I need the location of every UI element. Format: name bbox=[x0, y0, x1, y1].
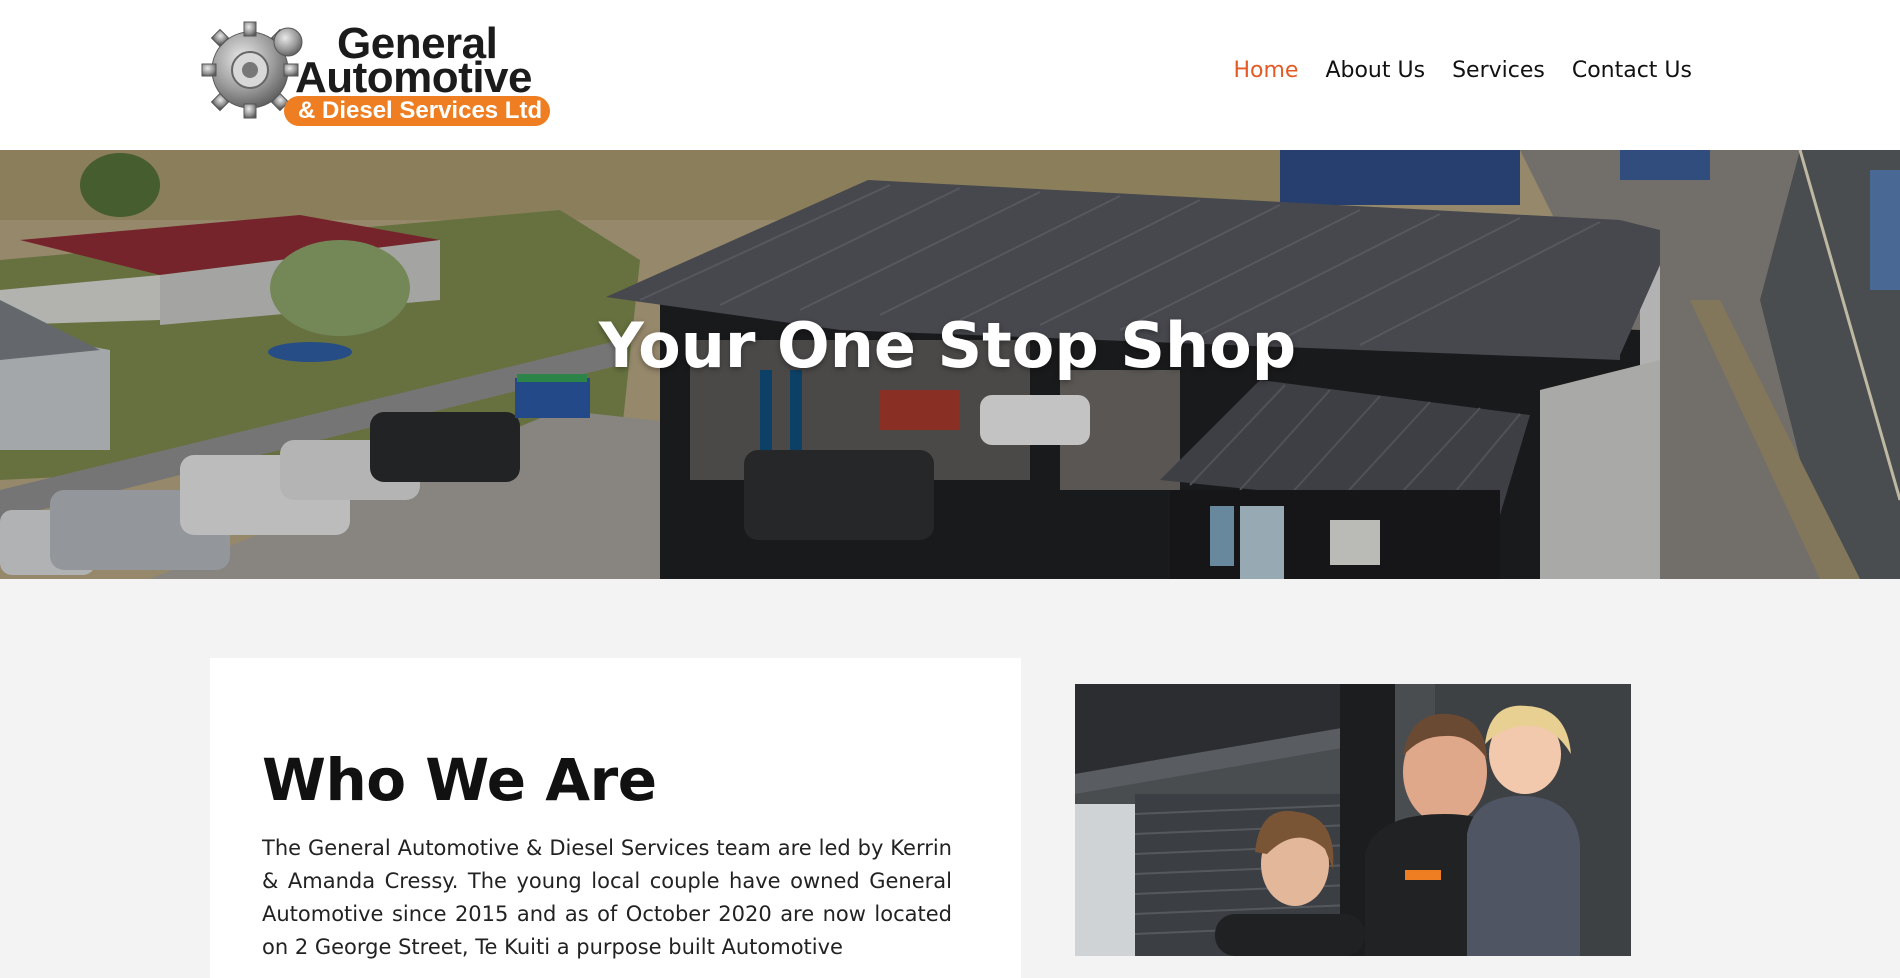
who-we-are-card: Who We Are The General Automotive & Dies… bbox=[210, 658, 1021, 978]
owners-family-photo bbox=[1075, 684, 1631, 956]
logo-text-automotive: Automotive bbox=[295, 53, 533, 102]
logo-text-tagline: & Diesel Services Ltd bbox=[298, 97, 543, 124]
who-we-are-body: The General Automotive & Diesel Services… bbox=[262, 836, 952, 959]
nav-item-about-us[interactable]: About Us bbox=[1325, 54, 1425, 88]
nav-item-services[interactable]: Services bbox=[1452, 54, 1545, 88]
hero-banner: Your One Stop Shop bbox=[0, 150, 1900, 579]
nav-item-home[interactable]: Home bbox=[1233, 54, 1298, 88]
site-logo[interactable]: General Automotive & Diesel Services Ltd bbox=[200, 14, 554, 128]
hero-title: Your One Stop Shop bbox=[598, 309, 1297, 382]
nav-item-contact-us[interactable]: Contact Us bbox=[1572, 54, 1692, 88]
site-header: General Automotive & Diesel Services Ltd… bbox=[0, 0, 1900, 150]
main-nav: Home About Us Services Contact Us bbox=[1233, 54, 1692, 88]
who-we-are-heading: Who We Are bbox=[262, 746, 657, 814]
